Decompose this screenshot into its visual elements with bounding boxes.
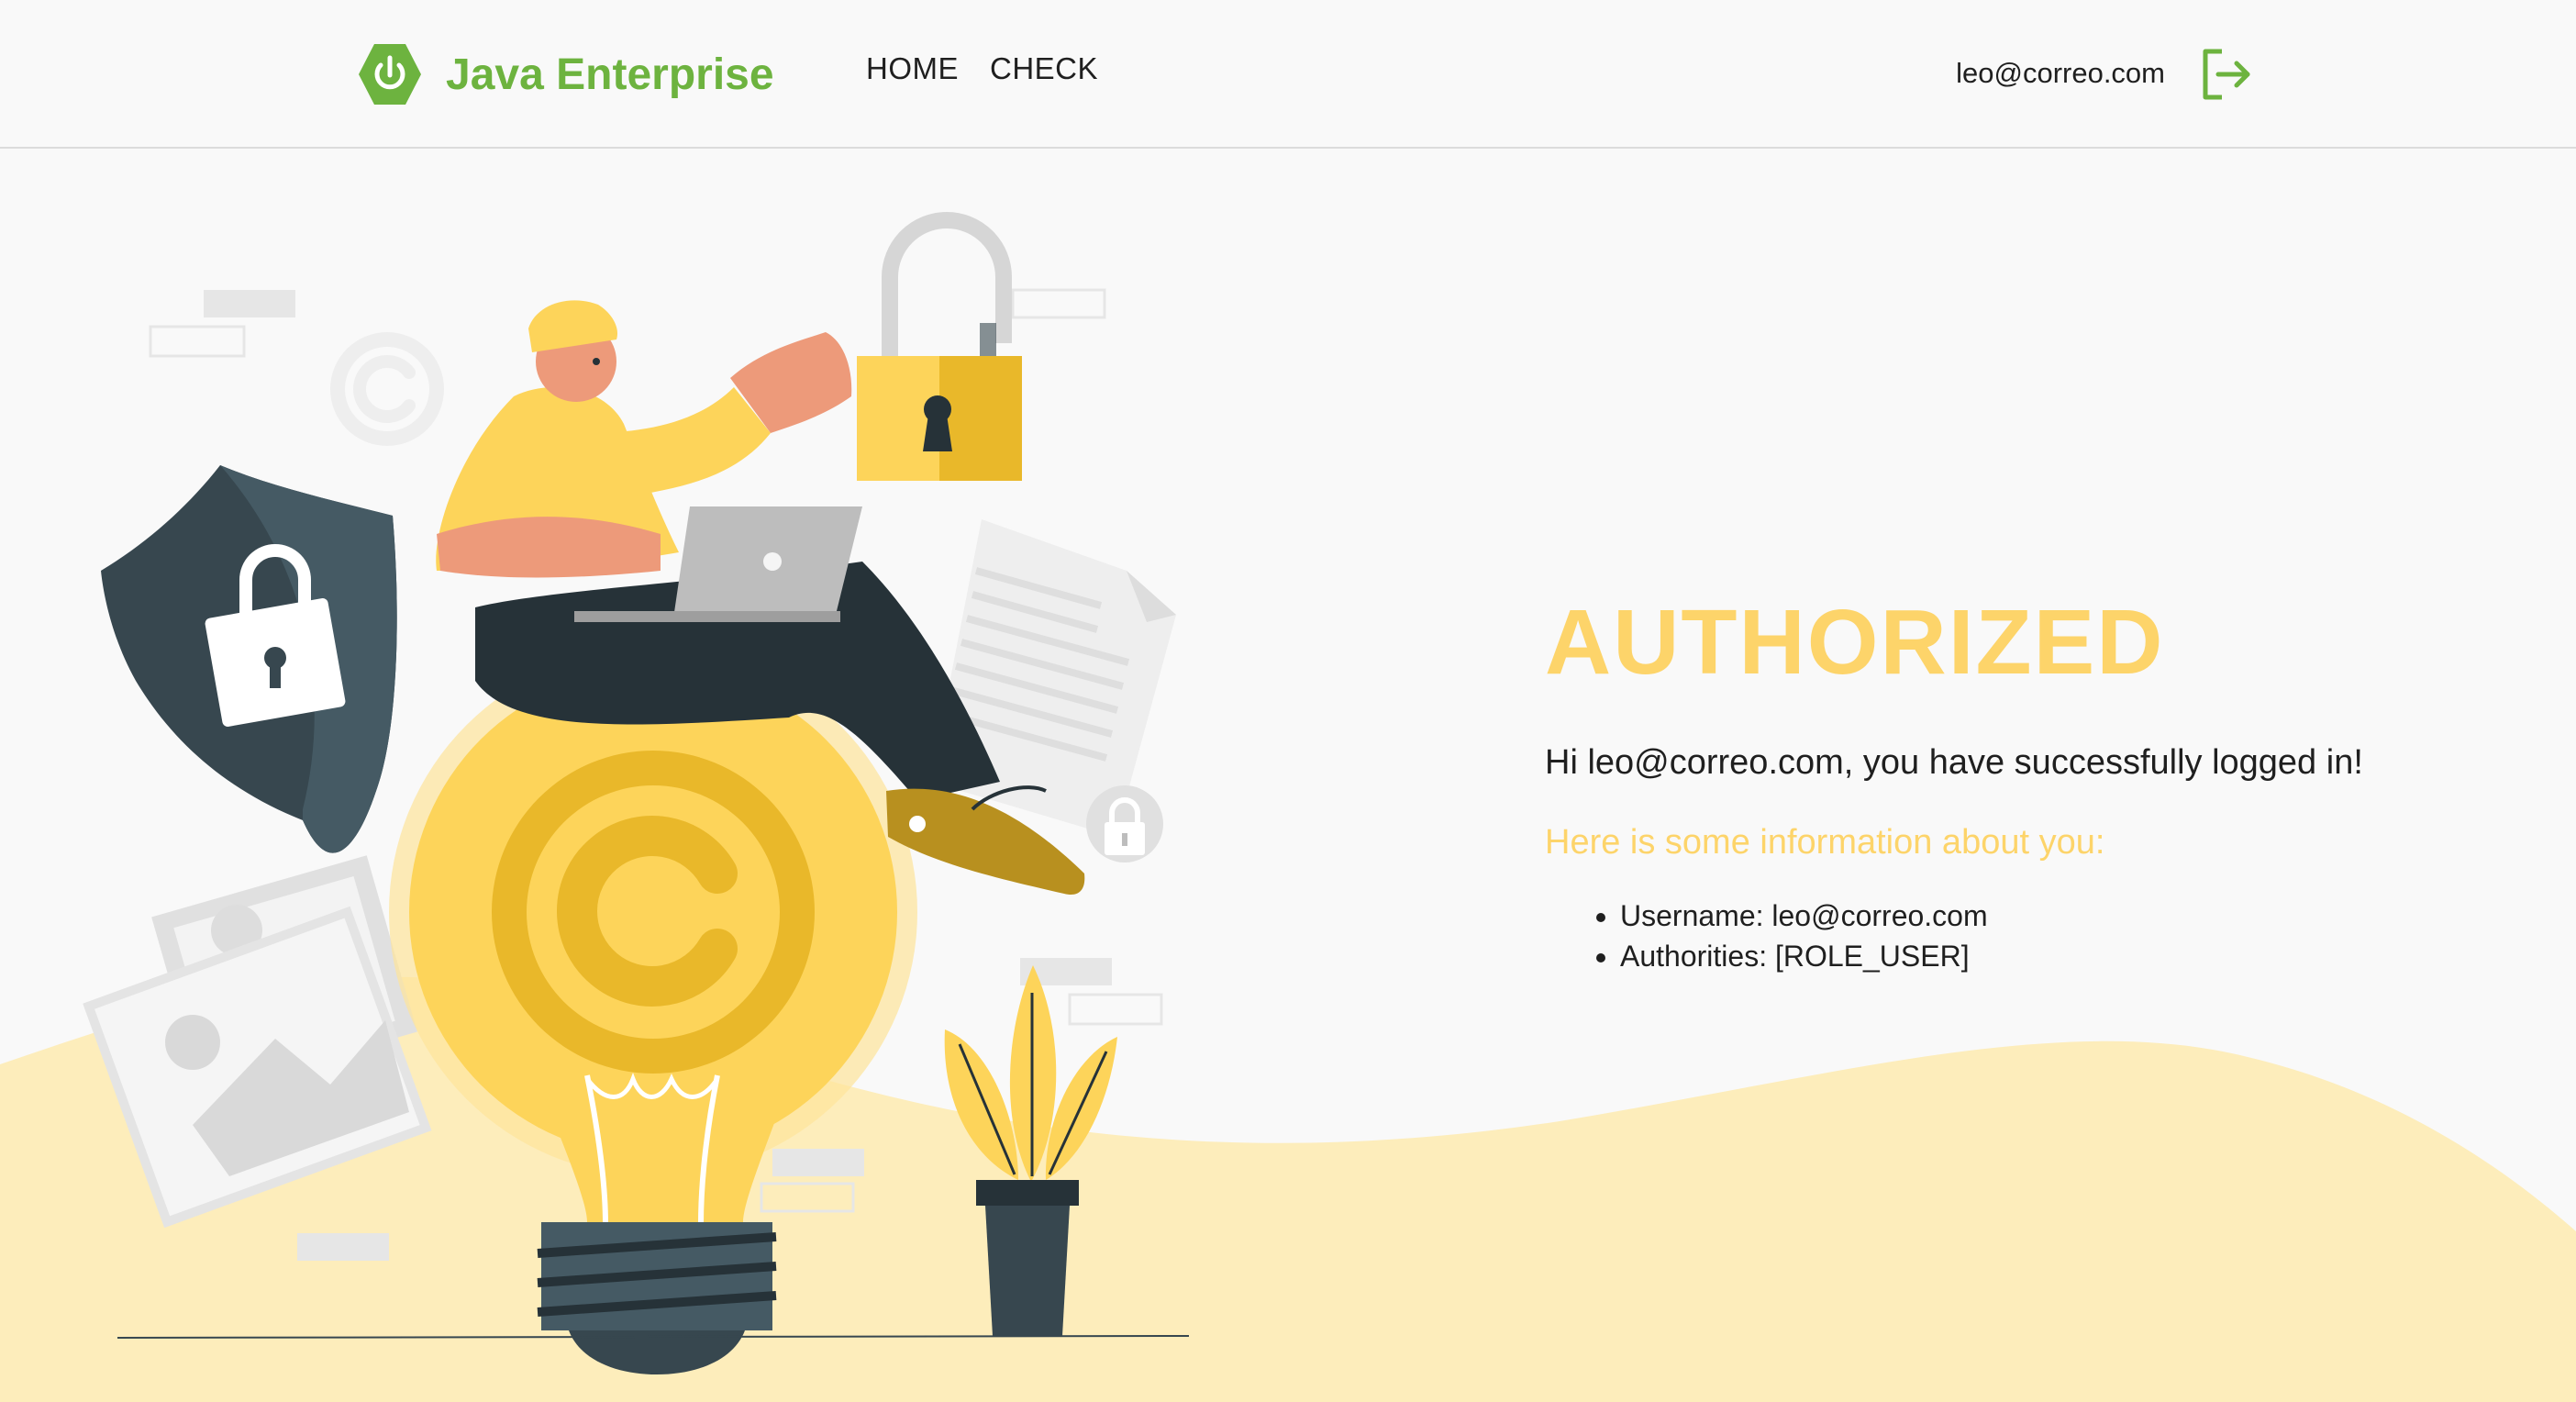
logout-icon[interactable]: [2200, 48, 2253, 101]
power-logo-icon: [359, 44, 421, 105]
copyright-icon-small: [330, 332, 444, 446]
small-lock-icon: [1086, 785, 1163, 862]
brand-name: Java Enterprise: [446, 50, 774, 99]
lightbulb-icon: [389, 648, 917, 1374]
nav-links: HOME CHECK: [866, 51, 1098, 86]
padlock-icon: [857, 212, 1022, 481]
list-item-authorities: Authorities: [ROLE_USER]: [1620, 936, 2462, 976]
nav-home-link[interactable]: HOME: [866, 51, 959, 86]
user-info-list: Username: leo@correo.com Authorities: [R…: [1545, 896, 2462, 976]
image-frame-icon: [83, 855, 432, 1229]
greeting-message: Hi leo@correo.com, you have successfully…: [1545, 743, 2363, 782]
user-email: leo@correo.com: [1956, 57, 2165, 89]
brand-link[interactable]: Java Enterprise: [358, 40, 774, 108]
nav-check-link[interactable]: CHECK: [990, 51, 1098, 86]
potted-plant-icon: [944, 965, 1117, 1336]
list-item-username: Username: leo@correo.com: [1620, 896, 2462, 936]
page-title: AUTHORIZED: [1545, 591, 2165, 694]
top-navbar: Java Enterprise HOME CHECK leo@correo.co…: [0, 0, 2576, 149]
info-heading: Here is some information about you:: [1545, 823, 2105, 862]
ground-line: [117, 1335, 1190, 1339]
security-illustration: [83, 212, 1190, 1374]
shield-lock-icon: [101, 465, 397, 853]
auth-content: AUTHORIZED Hi leo@correo.com, you have s…: [1545, 587, 2462, 976]
